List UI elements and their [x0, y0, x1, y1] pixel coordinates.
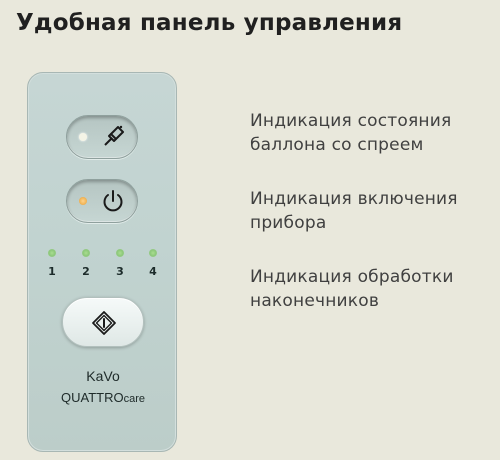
brand-name: KaVo — [86, 368, 120, 384]
led-number-4: 4 — [149, 265, 157, 278]
description-line: баллона со спреем — [250, 135, 424, 155]
description-line: Индикация обработки — [250, 267, 454, 287]
led-number-3: 3 — [116, 265, 124, 278]
led-number-2: 2 — [82, 265, 90, 278]
diamond-start-icon — [92, 311, 116, 335]
product-name-suffix: care — [123, 393, 145, 405]
power-icon — [103, 190, 123, 212]
description-line: наконечников — [250, 291, 380, 311]
led-3 — [116, 249, 124, 257]
product-name: QUATTROcare — [28, 390, 178, 405]
spray-can-icon — [104, 125, 124, 146]
led-4 — [149, 249, 157, 257]
led-2 — [82, 249, 90, 257]
spray-indicator-description: Индикация состояния баллона со спреем — [250, 109, 500, 157]
description-line: прибора — [250, 213, 327, 233]
spray-indicator-light — [79, 133, 87, 141]
led-1 — [48, 249, 56, 257]
program-led-row: 1 2 3 4 — [28, 249, 178, 289]
power-button[interactable] — [66, 179, 138, 223]
spray-status-button[interactable] — [66, 115, 138, 159]
power-indicator-light — [79, 197, 87, 205]
control-panel: 1 2 3 4 KaVo QUATTROcare — [27, 72, 177, 452]
product-name-main: QUATTRO — [61, 390, 124, 405]
led-number-1: 1 — [48, 265, 56, 278]
treatment-indicator-description: Индикация обработки наконечников — [250, 265, 500, 313]
description-line: Индикация состояния — [250, 111, 452, 131]
power-indicator-description: Индикация включения прибора — [250, 187, 500, 235]
description-line: Индикация включения — [250, 189, 458, 209]
start-treatment-button[interactable] — [62, 297, 144, 347]
page-title: Удобная панель управления — [16, 10, 403, 36]
